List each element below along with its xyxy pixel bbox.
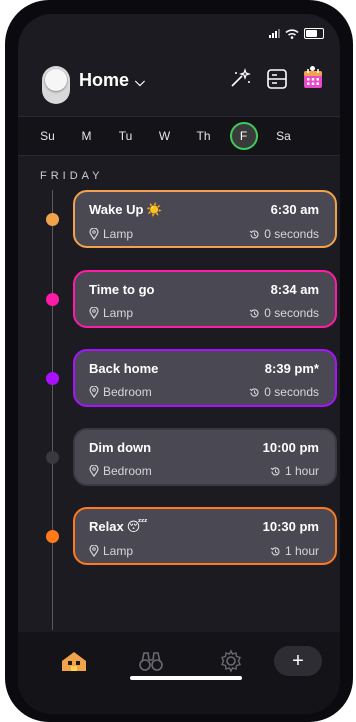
duration-label: 0 seconds bbox=[264, 227, 319, 241]
add-button[interactable]: + bbox=[274, 646, 322, 676]
history-icon bbox=[249, 387, 259, 396]
signal-icon bbox=[269, 29, 280, 38]
day-saturday[interactable]: Sa bbox=[271, 123, 297, 149]
pin-icon bbox=[89, 228, 99, 240]
header: Home ⌵ bbox=[18, 56, 340, 116]
duration-label: 0 seconds bbox=[264, 385, 319, 399]
location-label: Bedroom bbox=[103, 464, 152, 478]
routine-name-wrap: Dim down bbox=[89, 440, 154, 455]
home-indicator bbox=[130, 676, 242, 680]
battery-icon bbox=[304, 28, 324, 39]
routine-name: Relax bbox=[89, 519, 124, 534]
menu-icon[interactable] bbox=[310, 123, 324, 149]
home-label: Home bbox=[79, 70, 130, 90]
days-divider bbox=[18, 155, 340, 156]
routine-card[interactable]: Dim down 10:00 pm Bedroom 1 hour bbox=[73, 428, 337, 486]
day-monday[interactable]: M bbox=[74, 123, 100, 149]
routine-time: 8:34 am bbox=[270, 282, 319, 297]
history-icon bbox=[249, 229, 259, 238]
day-friday[interactable]: F bbox=[229, 122, 258, 150]
binoculars-icon[interactable] bbox=[136, 646, 166, 676]
bottom-nav: + bbox=[18, 632, 340, 714]
home-switch[interactable] bbox=[42, 66, 70, 104]
routine-name-wrap: Time to go bbox=[89, 282, 157, 297]
location-label: Lamp bbox=[103, 227, 134, 241]
timeline-dot bbox=[46, 372, 59, 385]
routine-name-wrap: Relax 😴 bbox=[89, 519, 148, 535]
pin-icon bbox=[89, 307, 99, 319]
location-label: Lamp bbox=[103, 544, 134, 558]
device-panel-icon[interactable] bbox=[264, 66, 290, 92]
day-wednesday[interactable]: W bbox=[152, 123, 178, 149]
routine-emoji: ☀️ bbox=[146, 202, 163, 217]
routine-name: Wake Up bbox=[89, 202, 144, 217]
routine-location: Bedroom bbox=[89, 464, 152, 478]
routine-card[interactable]: Time to go 8:34 am Lamp 0 seconds bbox=[73, 270, 337, 328]
routine-location: Lamp bbox=[89, 227, 133, 241]
active-indicator-dot bbox=[310, 66, 315, 71]
history-icon bbox=[270, 466, 280, 475]
routine-card[interactable]: Back home 8:39 pm* Bedroom 0 seconds bbox=[73, 349, 337, 407]
routine-emoji: 😴 bbox=[126, 519, 148, 534]
routine-time: 6:30 am bbox=[270, 202, 319, 217]
pin-icon bbox=[89, 386, 99, 398]
magic-sparkle-icon[interactable] bbox=[228, 66, 254, 92]
week-day-bar: Su M Tu W Th F Sa bbox=[18, 117, 340, 155]
pin-icon bbox=[89, 465, 99, 477]
phone-frame: Home ⌵ Su M Tu W Th F Sa FRIDAY Wake Up … bbox=[5, 0, 353, 722]
gear-icon[interactable] bbox=[216, 646, 246, 676]
routine-location: Bedroom bbox=[89, 385, 152, 399]
chevron-down-icon: ⌵ bbox=[135, 74, 145, 89]
timeline-dot bbox=[46, 213, 59, 226]
routine-name: Back home bbox=[89, 361, 159, 376]
home-selector[interactable]: Home ⌵ bbox=[79, 70, 145, 91]
day-sunday[interactable]: Su bbox=[35, 123, 61, 149]
routine-name-wrap: Back home bbox=[89, 361, 161, 376]
timeline-dot bbox=[46, 451, 59, 464]
routine-card[interactable]: Wake Up ☀️ 6:30 am Lamp 0 seconds bbox=[73, 190, 337, 248]
routine-duration: 1 hour bbox=[270, 544, 319, 558]
duration-label: 0 seconds bbox=[264, 306, 319, 320]
app-screen: Home ⌵ Su M Tu W Th F Sa FRIDAY Wake Up … bbox=[18, 14, 340, 714]
status-bar bbox=[269, 28, 324, 39]
duration-label: 1 hour bbox=[284, 464, 319, 478]
history-icon bbox=[249, 308, 259, 317]
timeline-dot bbox=[46, 293, 59, 306]
location-label: Bedroom bbox=[103, 385, 152, 399]
routine-name: Time to go bbox=[89, 282, 155, 297]
routine-time: 10:00 pm bbox=[262, 440, 319, 455]
duration-label: 1 hour bbox=[284, 544, 319, 558]
wifi-icon bbox=[285, 28, 299, 39]
timeline-line bbox=[52, 190, 53, 630]
routine-time: 8:39 pm* bbox=[264, 361, 319, 376]
routine-time: 10:30 pm bbox=[262, 519, 319, 534]
routine-duration: 0 seconds bbox=[249, 227, 319, 241]
routine-card[interactable]: Relax 😴 10:30 pm Lamp 1 hour bbox=[73, 507, 337, 565]
routine-duration: 0 seconds bbox=[249, 385, 319, 399]
day-heading: FRIDAY bbox=[40, 170, 104, 182]
routine-location: Lamp bbox=[89, 544, 133, 558]
routine-duration: 1 hour bbox=[270, 464, 319, 478]
day-thursday[interactable]: Th bbox=[191, 123, 217, 149]
routine-name-wrap: Wake Up ☀️ bbox=[89, 202, 163, 218]
routine-duration: 0 seconds bbox=[249, 306, 319, 320]
home-icon[interactable] bbox=[59, 646, 89, 676]
timeline-dot bbox=[46, 530, 59, 543]
location-label: Lamp bbox=[103, 306, 134, 320]
pin-icon bbox=[89, 545, 99, 557]
history-icon bbox=[270, 546, 280, 555]
day-tuesday[interactable]: Tu bbox=[113, 123, 139, 149]
routine-name: Dim down bbox=[89, 440, 152, 455]
routine-location: Lamp bbox=[89, 306, 133, 320]
